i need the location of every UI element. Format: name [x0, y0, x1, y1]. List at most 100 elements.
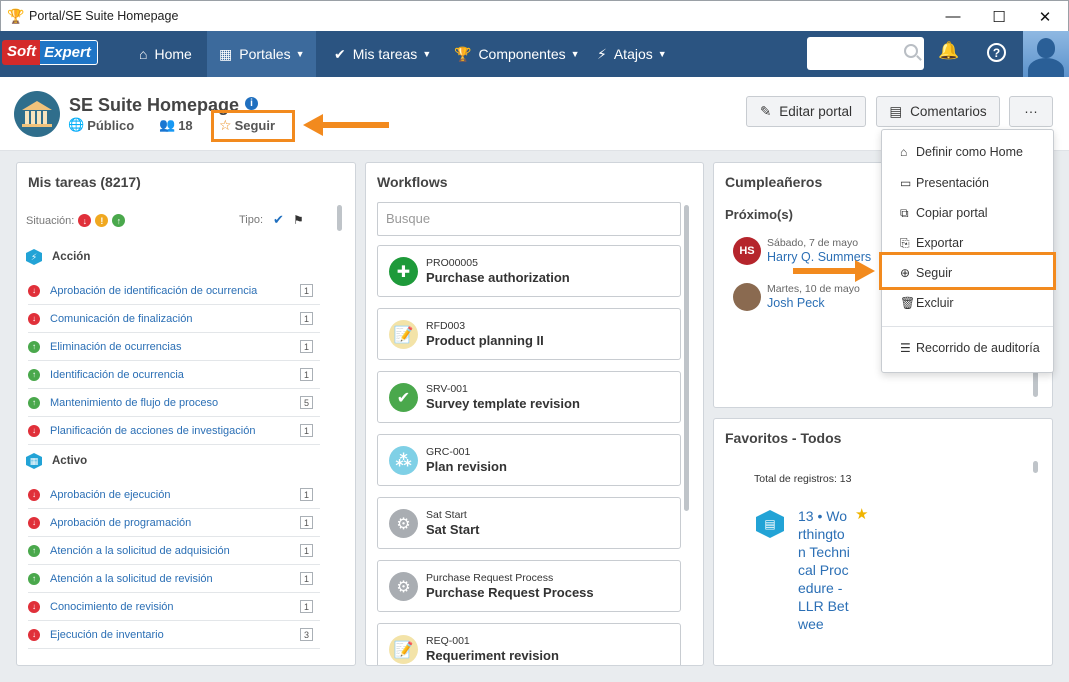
nav-home[interactable]: ⌂ Home	[127, 31, 204, 77]
workflows-search-input[interactable]: Busque	[377, 202, 681, 236]
users-icon: 👥	[159, 117, 176, 132]
star-filled-icon[interactable]: ★	[855, 505, 868, 523]
comments-button[interactable]: ▤ Comentarios	[876, 96, 1000, 127]
flag-filter-icon[interactable]: ⚑	[293, 213, 304, 227]
workflow-name: Sat Start	[426, 522, 480, 537]
task-row[interactable]: ↓ Aprobación de identificación de ocurren…	[28, 277, 320, 305]
task-row[interactable]: ↑ Mantenimiento de flujo de proceso 5	[28, 389, 320, 417]
status-red-icon: ↓	[28, 516, 40, 529]
annotation-arrow-right	[793, 260, 875, 282]
status-green-filter-icon[interactable]: ↑	[112, 214, 126, 227]
bolt-icon: ⚡	[597, 45, 607, 62]
status-red-icon: ↓	[28, 424, 40, 437]
home-icon: ⌂	[900, 145, 908, 159]
gear-icon: ⚙	[389, 572, 418, 601]
minimize-button[interactable]: —	[930, 1, 976, 32]
caret-down-icon: ▼	[657, 49, 667, 59]
status-yellow-filter-icon[interactable]: !	[95, 214, 109, 227]
help-icon[interactable]: ?	[987, 43, 1006, 62]
nav-atajos[interactable]: ⚡ Atajos ▼	[585, 31, 679, 77]
workflow-card[interactable]: ⁂ GRC-001 Plan revision	[377, 434, 681, 486]
global-search-input[interactable]	[807, 37, 924, 70]
task-row[interactable]: ↑ Eliminación de ocurrencias 1	[28, 333, 320, 361]
menu-item-copiar[interactable]: ⧉ Copiar portal	[882, 200, 1053, 226]
birthdays-scrollbar[interactable]	[1033, 371, 1038, 397]
asset-icon: ▦	[26, 453, 42, 469]
close-button[interactable]: ✕	[1022, 1, 1068, 32]
task-row[interactable]: ↑ Atención a la solicitud de revisión 1	[28, 565, 320, 593]
workflow-code: Purchase Request Process	[426, 572, 554, 584]
top-navbar: Soft Expert ⌂ Home ▦ Portales ▼ ✔ Mis ta…	[0, 31, 1069, 77]
task-row[interactable]: ↓ Aprobación de programación 1	[28, 509, 320, 537]
workflow-card[interactable]: ✔ SRV-001 Survey template revision	[377, 371, 681, 423]
caret-down-icon: ▼	[422, 49, 432, 59]
molecule-icon: ⁂	[389, 446, 418, 475]
avatar: HS	[733, 237, 761, 265]
members-count[interactable]: 👥 18	[159, 117, 193, 133]
search-icon	[904, 44, 918, 58]
maximize-button[interactable]: ☐	[976, 1, 1022, 32]
nav-mis-tareas[interactable]: ✔ Mis tareas ▼	[322, 31, 443, 77]
menu-item-presentacion[interactable]: ▭ Presentación	[882, 170, 1053, 196]
task-row[interactable]: ↓ Aprobación de ejecución 1	[28, 481, 320, 509]
nav-componentes[interactable]: 🏆 Componentes ▼	[442, 31, 592, 77]
seguir-highlight-box	[879, 252, 1056, 290]
task-row[interactable]: ↓ Comunicación de finalización 1	[28, 305, 320, 333]
workflow-name: Plan revision	[426, 459, 507, 474]
workflows-scrollbar[interactable]	[684, 205, 689, 511]
birthday-person-link[interactable]: Josh Peck	[767, 296, 860, 310]
workflows-panel: Workflows Busque ✚ PRO00005 Purchase autho…	[365, 162, 704, 666]
task-row[interactable]: ↑ Identificación de ocurrencia 1	[28, 361, 320, 389]
favorite-item-link[interactable]: 13 • Worthington Technical Procedure - L…	[798, 507, 850, 633]
status-red-icon: ↓	[28, 312, 40, 325]
proximos-label: Próximo(s)	[725, 207, 793, 222]
check-icon: ✔	[334, 45, 346, 62]
status-red-icon: ↓	[28, 284, 40, 297]
edit-portal-button[interactable]: ✎ Editar portal	[746, 96, 866, 127]
workflow-code: REQ-001	[426, 635, 470, 647]
workflow-name: Requeriment revision	[426, 648, 559, 663]
workflow-card[interactable]: 📝 REQ-001 Requeriment revision	[377, 623, 681, 665]
task-row[interactable]: ↓ Conocimiento de revisión 1	[28, 593, 320, 621]
workflow-card[interactable]: 📝 RFD003 Product planning II	[377, 308, 681, 360]
trophy-icon: 🏆	[454, 45, 472, 62]
info-icon[interactable]: i	[245, 97, 258, 110]
menu-item-auditoria[interactable]: ☰ Recorrido de auditoría	[882, 335, 1053, 361]
pencil-icon: ✎	[759, 103, 772, 119]
workflow-name: Purchase Request Process	[426, 585, 594, 600]
workflow-card[interactable]: ✚ PRO00005 Purchase authorization	[377, 245, 681, 297]
more-options-button[interactable]: ···	[1009, 96, 1053, 127]
menu-item-definir-home[interactable]: ⌂ Definir como Home	[882, 139, 1053, 165]
workflow-code: RFD003	[426, 320, 466, 332]
status-green-icon: ↑	[28, 340, 40, 353]
bell-icon[interactable]: 🔔	[938, 41, 959, 61]
status-red-icon: ↓	[28, 488, 40, 501]
workflows-title: Workflows	[377, 174, 448, 190]
situacion-filter: Situación: ↓ ! ↑	[26, 214, 126, 227]
avatar	[733, 283, 761, 311]
status-green-icon: ↑	[28, 368, 40, 381]
softexpert-logo[interactable]: Soft Expert	[2, 40, 98, 65]
birthday-item: Martes, 10 de mayo Josh Peck	[733, 283, 860, 311]
menu-item-excluir[interactable]: 🗑 Excluir	[882, 290, 1053, 316]
task-row[interactable]: ↓ Ejecución de inventario 3	[28, 621, 320, 649]
tasks-scrollbar[interactable]	[337, 205, 342, 231]
workflow-name: Purchase authorization	[426, 270, 570, 285]
favoritos-scrollbar[interactable]	[1033, 461, 1038, 473]
portal-options-menu: ⌂ Definir como Home ▭ Presentación ⧉ Cop…	[881, 129, 1054, 373]
user-avatar[interactable]	[1023, 31, 1069, 77]
presentation-icon: ▭	[900, 176, 912, 190]
follow-highlight-box	[211, 110, 295, 142]
task-row[interactable]: ↓ Planificación de acciones de investigac…	[28, 417, 320, 445]
task-count-badge: 3	[300, 628, 313, 641]
task-count-badge: 1	[300, 572, 313, 585]
check-filter-icon[interactable]: ✔	[273, 212, 284, 228]
nav-portales[interactable]: ▦ Portales ▼	[207, 31, 316, 77]
visibility-label: 🌐 Público	[68, 117, 135, 133]
task-row[interactable]: ↑ Atención a la solicitud de adquisición 1	[28, 537, 320, 565]
status-red-icon: ↓	[28, 600, 40, 613]
workflow-card[interactable]: ⚙ Sat Start Sat Start	[377, 497, 681, 549]
status-red-filter-icon[interactable]: ↓	[78, 214, 92, 227]
workflow-card[interactable]: ⚙ Purchase Request Process Purchase Reques…	[377, 560, 681, 612]
task-count-badge: 1	[300, 424, 313, 437]
